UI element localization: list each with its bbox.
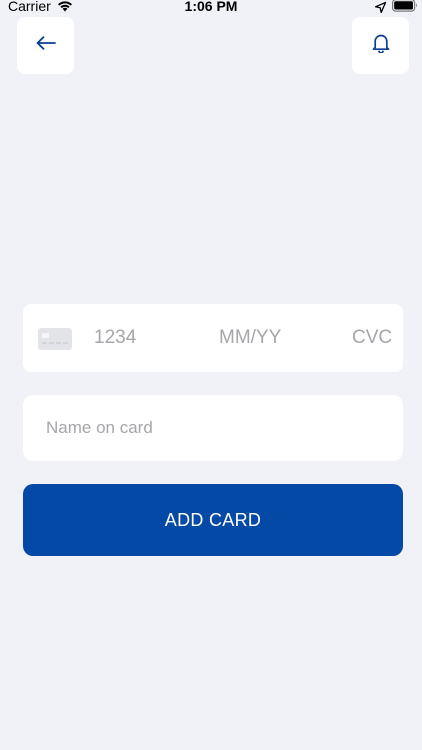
expiry-field[interactable]: MM/YY xyxy=(219,327,281,349)
add-card-screen: Carrier 1:06 PM 1234 MM/YY CVC Name on c… xyxy=(0,0,422,750)
location-arrow-icon xyxy=(374,0,387,16)
arrow-left-icon xyxy=(36,36,56,55)
bell-icon xyxy=(372,33,390,58)
status-time: 1:06 PM xyxy=(184,0,238,14)
card-details-input[interactable]: 1234 MM/YY CVC xyxy=(23,304,403,372)
card-number-field[interactable]: 1234 xyxy=(94,327,136,349)
notification-button[interactable] xyxy=(352,17,409,74)
name-on-card-field[interactable]: Name on card xyxy=(23,395,403,461)
add-card-button[interactable]: ADD CARD xyxy=(23,484,403,556)
battery-icon xyxy=(392,0,418,15)
status-bar: Carrier 1:06 PM xyxy=(0,0,422,14)
cvc-field[interactable]: CVC xyxy=(352,327,392,349)
back-button[interactable] xyxy=(17,17,74,74)
credit-card-icon xyxy=(38,328,72,355)
